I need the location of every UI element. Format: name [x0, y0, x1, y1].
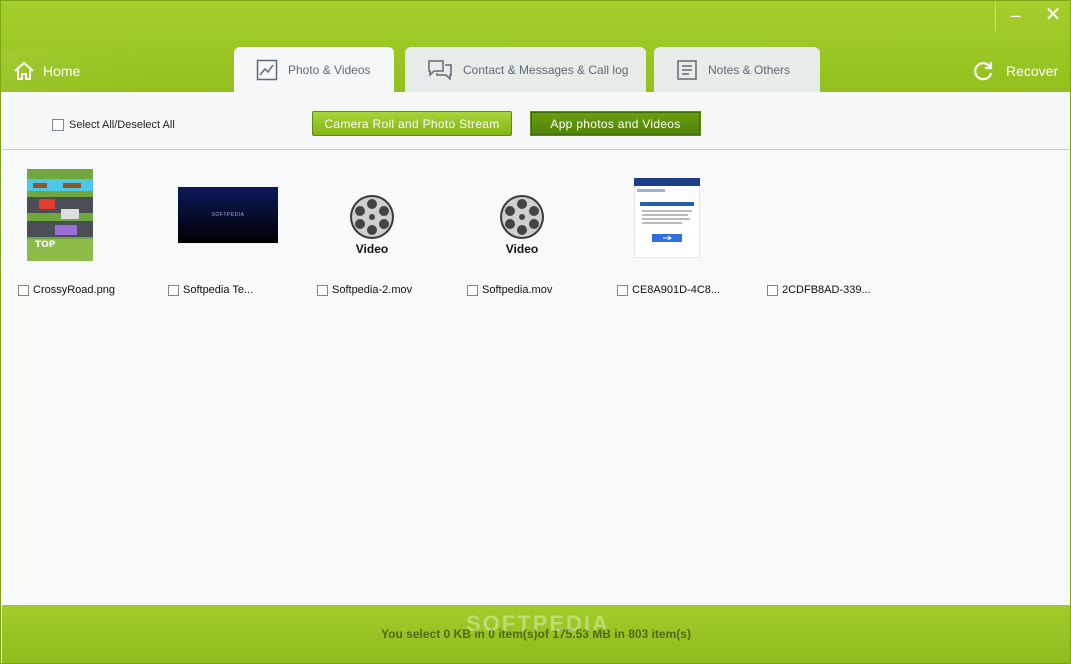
crossyroad-thumbnail: TOP [27, 169, 93, 261]
home-label: Home [43, 63, 81, 79]
item-caption[interactable]: CrossyRoad.png [18, 284, 115, 296]
image-thumbnail [767, 169, 897, 261]
messages-icon [428, 59, 452, 81]
item-caption[interactable]: 2CDFB8AD-339... [767, 284, 871, 296]
recover-button[interactable]: Recover [950, 50, 1070, 92]
item-checkbox[interactable] [467, 284, 478, 296]
home-button[interactable]: Home [1, 50, 151, 92]
tab-contact-messages[interactable]: Contact & Messages & Call log [405, 47, 646, 92]
tab-photo-videos[interactable]: Photo & Videos [234, 47, 394, 92]
media-item[interactable]: Video Softpedia-2.mov [317, 169, 447, 296]
video-label: Video [355, 241, 389, 256]
screenshot-thumbnail [634, 178, 700, 258]
film-reel-icon [500, 194, 544, 239]
item-checkbox[interactable] [617, 284, 628, 296]
photo-icon [256, 59, 278, 80]
close-button[interactable]: ✕ [1033, 1, 1071, 31]
video-thumbnail: Video [317, 169, 427, 261]
checkbox[interactable] [52, 119, 64, 131]
softpedia-thumbnail: SOFTPEDIA [178, 187, 278, 243]
filter-toolbar: Select All/Deselect All Camera Roll and … [2, 92, 1070, 150]
refresh-icon [974, 62, 993, 81]
item-name: CE8A901D-4C8... [632, 284, 721, 296]
item-checkbox[interactable] [317, 284, 328, 296]
item-checkbox[interactable] [18, 284, 29, 296]
media-item[interactable]: Video Softpedia.mov [467, 169, 597, 296]
tab-label: Notes & Others [708, 62, 791, 77]
media-grid: TOP CrossyRoad.png SOFTPEDIA Softpedia T… [2, 151, 1070, 604]
recover-label: Recover [1006, 63, 1059, 79]
select-all-checkbox[interactable]: Select All/Deselect All [52, 119, 175, 131]
item-caption[interactable]: Softpedia Te... [168, 284, 253, 296]
tab-notes-others[interactable]: Notes & Others [654, 47, 820, 92]
item-caption[interactable]: CE8A901D-4C8... [617, 284, 720, 296]
item-checkbox[interactable] [767, 284, 778, 296]
item-checkbox[interactable] [168, 284, 179, 296]
notes-icon [677, 59, 697, 80]
item-name: Softpedia.mov [482, 284, 553, 296]
media-item[interactable]: 2CDFB8AD-339... [767, 169, 897, 296]
item-name: Softpedia Te... [183, 284, 254, 296]
item-caption[interactable]: Softpedia.mov [467, 284, 552, 296]
minimize-button[interactable]: – [995, 1, 1035, 31]
item-name: 2CDFB8AD-339... [782, 284, 871, 296]
svg-text:TOP: TOP [35, 240, 56, 250]
app-photos-button[interactable]: App photos and Videos [530, 111, 701, 136]
watermark: SOFTPEDIA [466, 611, 610, 636]
media-item[interactable]: SOFTPEDIA Softpedia Te... [168, 169, 298, 296]
video-label: Video [505, 241, 539, 256]
media-item[interactable]: CE8A901D-4C8... [617, 169, 747, 296]
item-caption[interactable]: Softpedia-2.mov [317, 284, 412, 296]
item-name: CrossyRoad.png [33, 284, 115, 296]
item-name: Softpedia-2.mov [332, 284, 413, 296]
media-item[interactable]: TOP CrossyRoad.png [18, 169, 148, 296]
image-thumbnail: TOP [18, 169, 114, 261]
home-icon [14, 61, 34, 80]
image-thumbnail [617, 169, 717, 261]
film-reel-icon [350, 194, 394, 239]
tab-label: Contact & Messages & Call log [463, 62, 629, 77]
camera-roll-button[interactable]: Camera Roll and Photo Stream [312, 111, 512, 136]
tab-label: Photo & Videos [288, 62, 371, 77]
header-bar: – ✕ Home Photo & Videos Contact & Messag… [1, 1, 1070, 92]
app-window: – ✕ Home Photo & Videos Contact & Messag… [0, 0, 1071, 664]
video-thumbnail: Video [467, 169, 577, 261]
image-thumbnail: SOFTPEDIA [168, 169, 278, 261]
select-all-label: Select All/Deselect All [69, 119, 175, 131]
